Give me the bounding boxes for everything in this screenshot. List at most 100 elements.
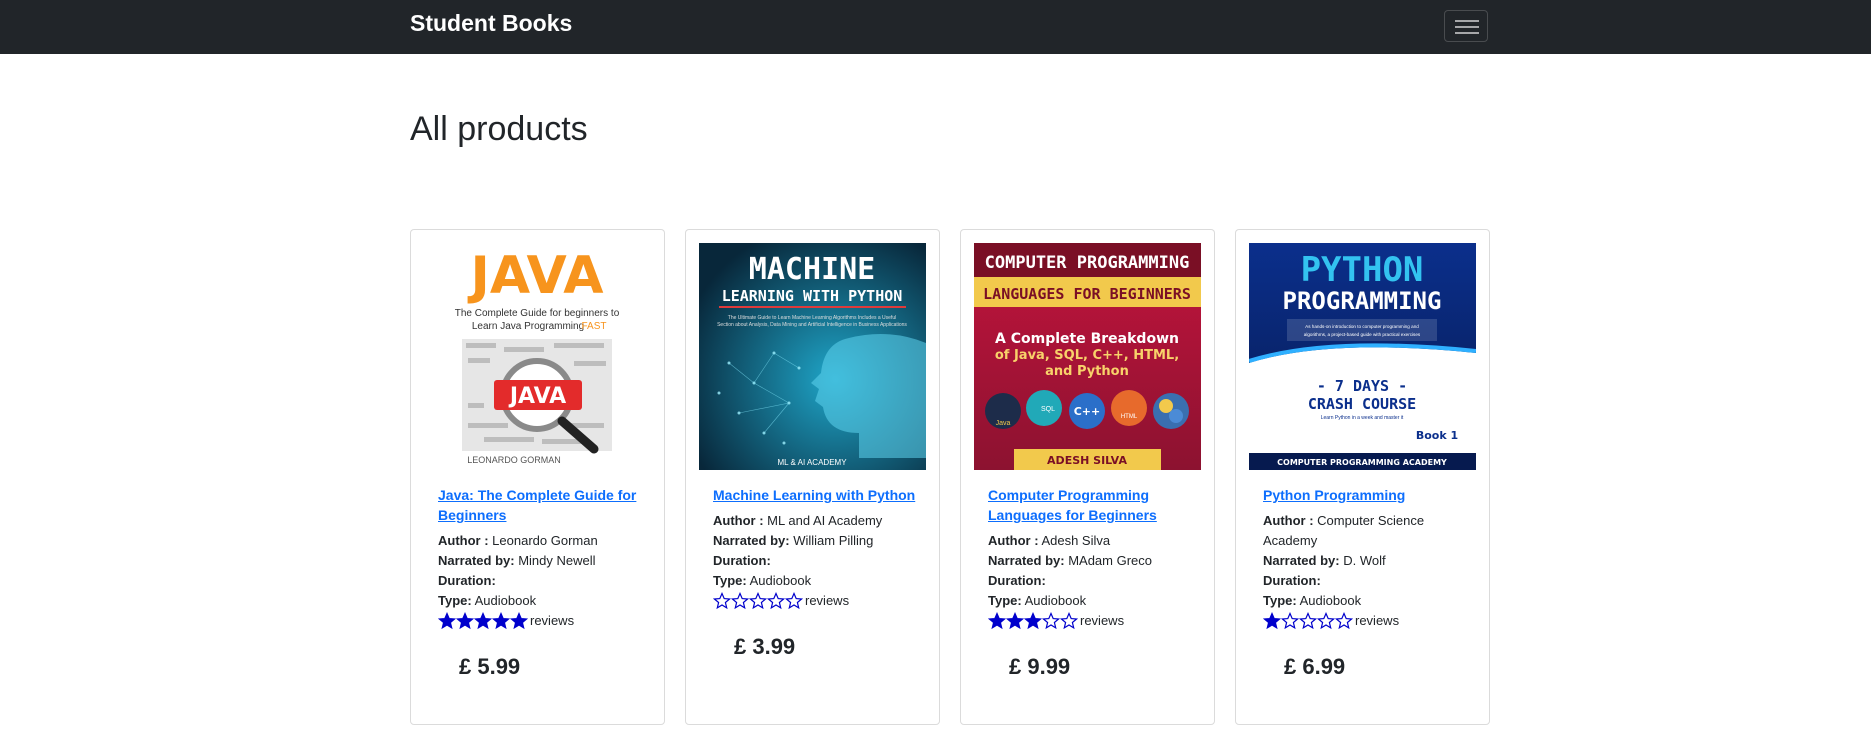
reviews-label: reviews [1080,613,1125,628]
svg-text:PYTHON: PYTHON [1301,250,1424,290]
star-filled-icon [438,612,456,630]
svg-text:MACHINE: MACHINE [749,252,875,287]
narrator-row: Narrated by: William Pilling [713,531,918,551]
author-row: Author : Computer Science Academy [1263,511,1468,551]
svg-text:COMPUTER PROGRAMMING ACADEMY: COMPUTER PROGRAMMING ACADEMY [1277,458,1447,467]
svg-text:- 7 DAYS -: - 7 DAYS - [1317,377,1407,395]
star-empty-icon [767,592,785,610]
book-cover-image: JAVA The Complete Guide for beginners to… [455,246,620,465]
star-filled-icon [1024,612,1042,630]
type-row: Type: Audiobook [988,591,1193,611]
svg-text:PROGRAMMING: PROGRAMMING [1283,287,1442,315]
book-cover-computer-programming[interactable]: COMPUTER PROGRAMMING LANGUAGES FOR BEGIN… [974,243,1201,470]
duration-row: Duration: [438,571,643,591]
author-label: Author : [1263,513,1314,528]
product-info: Machine Learning with Python Author : ML… [713,485,918,611]
book-cover-image: PYTHON PROGRAMMING As hands-on introduct… [1249,243,1476,470]
product-info: Computer Programming Languages for Begin… [988,485,1193,631]
type-value: Audiobook [1299,593,1362,608]
svg-text:Learn Python in a week and mas: Learn Python in a week and master it [1321,415,1404,421]
product-title-link[interactable]: Computer Programming Languages for Begin… [988,485,1193,525]
star-empty-icon [1281,612,1299,630]
narrator-row: Narrated by: Mindy Newell [438,551,643,571]
star-filled-icon [456,612,474,630]
svg-text:HTML: HTML [1121,414,1138,420]
book-cover-image: MACHINE LEARNING WITH PYTHON The Ultimat… [699,243,926,470]
type-value: Audiobook [1024,593,1087,608]
star-empty-icon [785,592,803,610]
narrated-label: Narrated by: [713,533,790,548]
duration-row: Duration: [988,571,1193,591]
brand-link[interactable]: Student Books [410,10,572,37]
svg-text:CRASH COURSE: CRASH COURSE [1308,395,1416,413]
price: £ 3.99 [734,634,796,659]
svg-text:and Python: and Python [1045,364,1129,379]
svg-text:LEARNING WITH PYTHON: LEARNING WITH PYTHON [722,287,903,305]
book-cover-python-programming[interactable]: PYTHON PROGRAMMING As hands-on introduct… [1249,243,1476,470]
product-title-link[interactable]: Java: The Complete Guide for Beginners [438,485,643,525]
star-empty-icon [1299,612,1317,630]
type-value: Audiobook [749,573,812,588]
narrator-value: MAdam Greco [1068,553,1153,568]
reviews-label: reviews [1355,613,1400,628]
star-filled-icon [1263,612,1281,630]
author-row: Author : Adesh Silva [988,531,1193,551]
price: £ 9.99 [1009,654,1071,679]
svg-text:Book 1: Book 1 [1416,429,1458,442]
svg-text:C++: C++ [1074,405,1101,418]
author-label: Author : [713,513,764,528]
star-filled-icon [988,612,1006,630]
author-label: Author : [988,533,1039,548]
page-title: All products [410,110,588,148]
menu-toggle-button[interactable] [1444,10,1488,42]
duration-row: Duration: [713,551,918,571]
svg-text:ML & AI ACADEMY: ML & AI ACADEMY [777,458,847,467]
hamburger-icon [1455,20,1479,22]
book-cover-image: COMPUTER PROGRAMMING LANGUAGES FOR BEGIN… [974,243,1201,470]
svg-text:Learn Java Programming: Learn Java Programming [472,321,584,332]
price: £ 5.99 [459,654,521,679]
star-empty-icon [713,592,731,610]
star-empty-icon [1335,612,1353,630]
hamburger-icon-bar [1455,32,1479,34]
book-cover-java[interactable]: JAVA The Complete Guide for beginners to… [424,243,651,470]
svg-text:FAST: FAST [581,321,606,332]
svg-text:LANGUAGES FOR BEGINNERS: LANGUAGES FOR BEGINNERS [983,285,1191,303]
narrator-value: Mindy Newell [518,553,596,568]
reviews-label: reviews [530,613,575,628]
svg-text:Java: Java [996,420,1011,427]
star-empty-icon [1042,612,1060,630]
star-filled-icon [1006,612,1024,630]
product-title-link[interactable]: Python Programming [1263,485,1468,505]
star-empty-icon [1317,612,1335,630]
narrator-value: D. Wolf [1343,553,1386,568]
narrator-row: Narrated by: MAdam Greco [988,551,1193,571]
svg-text:LEONARDO GORMAN: LEONARDO GORMAN [467,455,561,465]
type-row: Type: Audiobook [713,571,918,591]
star-empty-icon [749,592,767,610]
svg-text:COMPUTER PROGRAMMING: COMPUTER PROGRAMMING [985,253,1190,273]
navbar: Student Books [0,0,1871,54]
star-rating: reviews [438,611,643,631]
svg-text:As hands-on introduction to co: As hands-on introduction to computer pro… [1305,324,1419,329]
svg-text:The Complete Guide for beginne: The Complete Guide for beginners to [455,308,620,319]
hamburger-icon-bar [1455,26,1479,28]
type-row: Type: Audiobook [1263,591,1468,611]
duration-label: Duration: [988,573,1046,588]
duration-label: Duration: [1263,573,1321,588]
product-card: PYTHON PROGRAMMING As hands-on introduct… [1235,229,1490,725]
book-cover-machine-learning[interactable]: MACHINE LEARNING WITH PYTHON The Ultimat… [699,243,926,470]
author-value: Adesh Silva [1041,533,1111,548]
product-info: Python Programming Author : Computer Sci… [1263,485,1468,631]
product-card: MACHINE LEARNING WITH PYTHON The Ultimat… [685,229,940,725]
svg-text:Section about Analysis, Data M: Section about Analysis, Data Mining and … [717,322,907,328]
product-card: COMPUTER PROGRAMMING LANGUAGES FOR BEGIN… [960,229,1215,725]
product-title-link[interactable]: Machine Learning with Python [713,485,918,505]
type-label: Type: [713,573,747,588]
svg-text:A Complete Breakdown: A Complete Breakdown [995,331,1179,347]
price: £ 6.99 [1284,654,1346,679]
narrator-value: William Pilling [793,533,874,548]
star-rating: reviews [988,611,1193,631]
svg-text:algorithms, a project-based gu: algorithms, a project-based guide with p… [1304,332,1421,337]
star-empty-icon [731,592,749,610]
